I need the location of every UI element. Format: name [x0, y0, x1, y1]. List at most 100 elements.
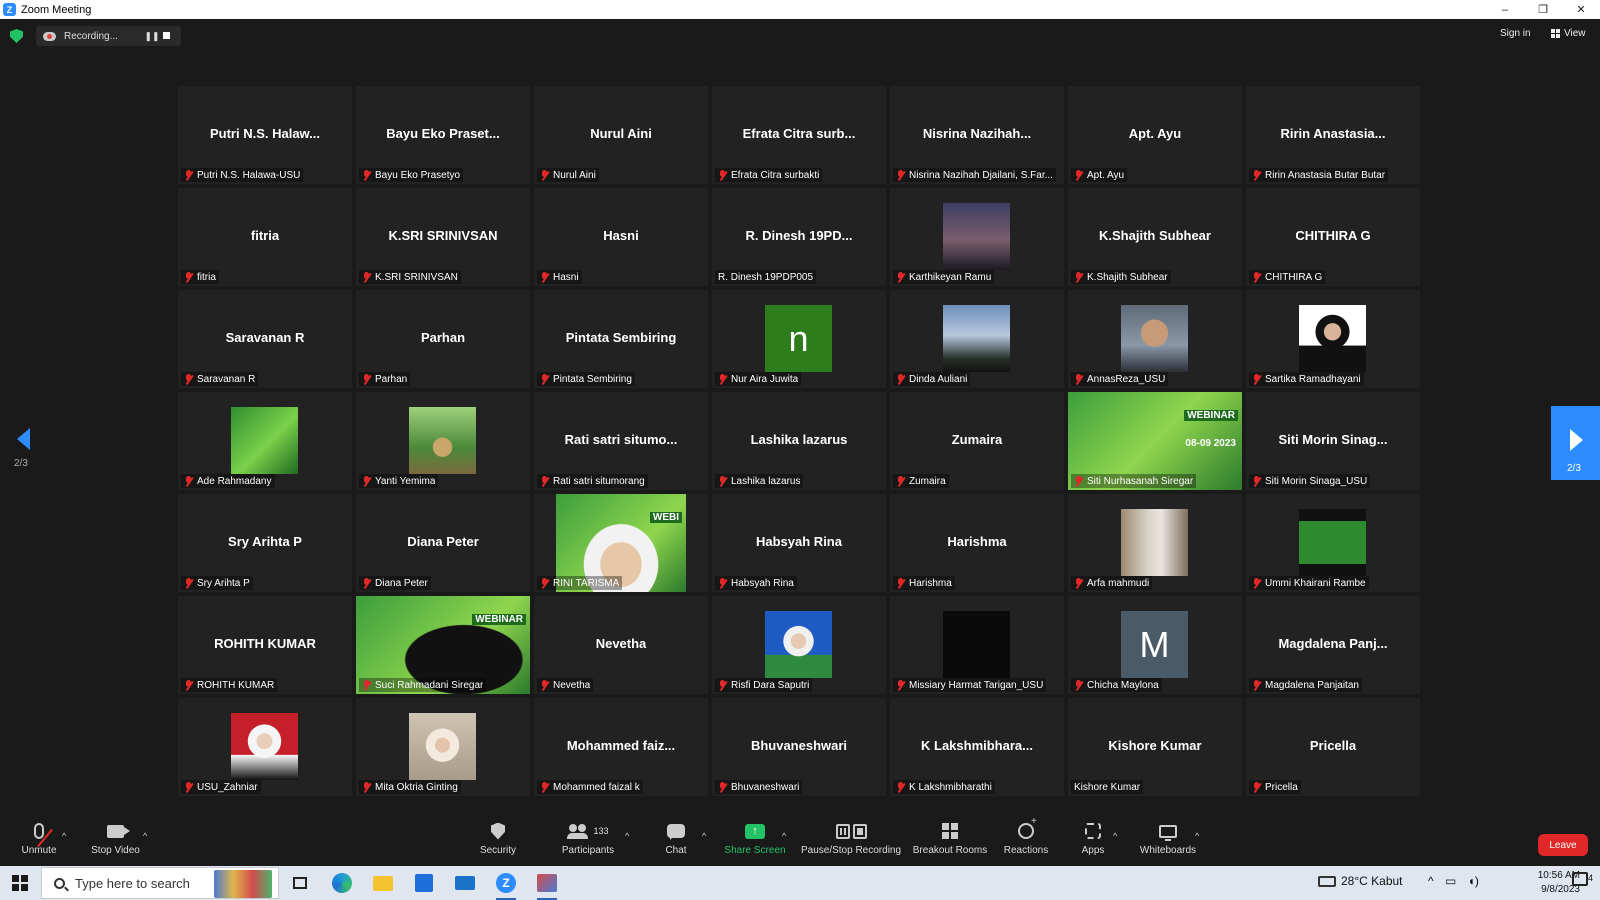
restore-button[interactable]: ❐: [1524, 0, 1562, 19]
participant-tile[interactable]: M Chicha Maylona: [1068, 596, 1242, 694]
participant-tile[interactable]: Bhuvaneshwari Bhuvaneshwari: [712, 698, 886, 796]
breakout-rooms-button[interactable]: Breakout Rooms: [913, 820, 987, 864]
apps-button[interactable]: Apps: [1080, 820, 1106, 864]
participant-tile[interactable]: Saravanan R Saravanan R: [178, 290, 352, 388]
participant-tile[interactable]: CHITHIRA G CHITHIRA G: [1246, 188, 1420, 286]
previous-page-button[interactable]: 2/3: [14, 428, 34, 478]
participant-tile[interactable]: Dinda Auliani: [890, 290, 1064, 388]
unmute-button[interactable]: Unmute: [19, 820, 59, 864]
participant-tile[interactable]: Arfa mahmudi: [1068, 494, 1242, 592]
participant-tile[interactable]: Nevetha Nevetha: [534, 596, 708, 694]
participant-tile[interactable]: Rati satri situmo... Rati satri situmoran…: [534, 392, 708, 490]
pause-stop-recording-button[interactable]: Pause/Stop Recording: [801, 820, 901, 864]
pause-recording-button[interactable]: ❚❚: [144, 26, 160, 46]
participants-button[interactable]: 133 Participants: [557, 820, 619, 864]
participant-tile[interactable]: K.Shajith Subhear K.Shajith Subhear: [1068, 188, 1242, 286]
whiteboards-button[interactable]: Whiteboards: [1139, 820, 1197, 864]
search-highlight-image: [214, 870, 272, 898]
participant-tile[interactable]: Ummi Khairani Rambe: [1246, 494, 1420, 592]
participant-tile[interactable]: Mita Oktria Ginting: [356, 698, 530, 796]
participant-tile[interactable]: Pricella Pricella: [1246, 698, 1420, 796]
apps-options-caret[interactable]: ^: [1113, 831, 1117, 841]
whiteboards-options-caret[interactable]: ^: [1195, 831, 1199, 841]
chevron-up-icon[interactable]: ^: [1428, 874, 1434, 888]
mail-icon[interactable]: [453, 871, 477, 895]
participant-tile[interactable]: Harishma Harishma: [890, 494, 1064, 592]
taskbar-search-input[interactable]: [75, 875, 215, 891]
participant-tile[interactable]: Efrata Citra surb... Efrata Citra surbakt…: [712, 86, 886, 184]
participant-tile[interactable]: Kishore Kumar Kishore Kumar: [1068, 698, 1242, 796]
notification-center-icon[interactable]: 4: [1572, 872, 1593, 889]
participant-tile[interactable]: K.SRI SRINIVSAN K.SRI SRINIVSAN: [356, 188, 530, 286]
audio-options-caret[interactable]: ^: [62, 831, 66, 841]
participant-name: Nurul Aini: [553, 169, 596, 181]
muted-mic-icon: [896, 169, 905, 181]
participant-tile[interactable]: Habsyah Rina Habsyah Rina: [712, 494, 886, 592]
participant-tile[interactable]: Risfi Dara Saputri: [712, 596, 886, 694]
participants-options-caret[interactable]: ^: [625, 831, 629, 841]
participant-tile[interactable]: Siti Morin Sinag... Siti Morin Sinaga_USU: [1246, 392, 1420, 490]
next-page-button[interactable]: 2/3: [1551, 406, 1600, 480]
participant-tile[interactable]: Lashika lazarus Lashika lazarus: [712, 392, 886, 490]
participant-tile[interactable]: WEBI RINI TARISMA: [534, 494, 708, 592]
participant-tile[interactable]: WEBINAR 08-09 2023 Siti Nurhasanah Siregar: [1068, 392, 1242, 490]
participant-tile[interactable]: Yanti Yemima: [356, 392, 530, 490]
taskbar-clock[interactable]: 10:56 AM 9/8/2023: [1516, 869, 1580, 897]
participant-tile[interactable]: Missiary Harmat Tarigan_USU: [890, 596, 1064, 694]
participant-tile[interactable]: n Nur Aira Juwita: [712, 290, 886, 388]
participant-tile[interactable]: ROHITH KUMAR ROHITH KUMAR: [178, 596, 352, 694]
participant-tile[interactable]: Ade Rahmadany: [178, 392, 352, 490]
minimize-button[interactable]: –: [1486, 0, 1524, 19]
encryption-shield-icon[interactable]: [10, 29, 23, 43]
file-explorer-icon[interactable]: [371, 871, 395, 895]
participant-profile-photo: [1299, 509, 1366, 576]
participant-tile[interactable]: Nisrina Nazihah... Nisrina Nazihah Djaila…: [890, 86, 1064, 184]
view-button[interactable]: View: [1551, 28, 1586, 39]
participant-tile[interactable]: Nurul Aini Nurul Aini: [534, 86, 708, 184]
sign-in-link[interactable]: Sign in: [1500, 28, 1531, 39]
taskbar-search-box[interactable]: [41, 867, 279, 899]
participant-tile[interactable]: Putri N.S. Halaw... Putri N.S. Halawa-USU: [178, 86, 352, 184]
leave-button[interactable]: Leave: [1538, 834, 1588, 856]
stop-recording-button[interactable]: [163, 32, 170, 39]
participant-tile[interactable]: R. Dinesh 19PD... R. Dinesh 19PDP005: [712, 188, 886, 286]
close-button[interactable]: ✕: [1562, 0, 1600, 19]
participant-tile[interactable]: Sry Arihta P Sry Arihta P: [178, 494, 352, 592]
stop-video-button[interactable]: Stop Video: [88, 820, 143, 864]
chat-button[interactable]: Chat: [664, 820, 688, 864]
participant-tile[interactable]: WEBINAR Suci Rahmadani Siregar: [356, 596, 530, 694]
security-button[interactable]: Security: [478, 820, 518, 864]
network-icon[interactable]: ▭: [1445, 874, 1456, 888]
participant-tile[interactable]: Parhan Parhan: [356, 290, 530, 388]
participant-tile[interactable]: Mohammed faiz... Mohammed faizal k: [534, 698, 708, 796]
photos-app-icon[interactable]: [535, 871, 559, 900]
participant-tile[interactable]: Apt. Ayu Apt. Ayu: [1068, 86, 1242, 184]
microsoft-store-icon[interactable]: [412, 871, 436, 895]
meeting-toolbar: Unmute ^ Stop Video ^ Security 133 Parti…: [0, 816, 1600, 866]
windows-start-icon[interactable]: [12, 875, 28, 891]
participant-tile[interactable]: Bayu Eko Praset... Bayu Eko Prasetyo: [356, 86, 530, 184]
share-screen-button[interactable]: ↑ Share Screen: [724, 820, 786, 864]
reactions-button[interactable]: Reactions: [1004, 816, 1048, 864]
participant-tile[interactable]: K Lakshmibhara... K Lakshmibharathi: [890, 698, 1064, 796]
participant-tile[interactable]: AnnasReza_USU: [1068, 290, 1242, 388]
edge-browser-icon[interactable]: [330, 871, 354, 895]
participant-tile[interactable]: Ririn Anastasia... Ririn Anastasia Butar …: [1246, 86, 1420, 184]
participant-tile[interactable]: Hasni Hasni: [534, 188, 708, 286]
participant-tile[interactable]: USU_Zahniar: [178, 698, 352, 796]
participant-tile[interactable]: fitria fitria: [178, 188, 352, 286]
video-options-caret[interactable]: ^: [143, 831, 147, 841]
participant-tile[interactable]: Sartika Ramadhayani: [1246, 290, 1420, 388]
volume-icon[interactable]: ◖): [1468, 874, 1479, 888]
participant-tile[interactable]: Pintata Sembiring Pintata Sembiring: [534, 290, 708, 388]
zoom-taskbar-icon[interactable]: Z: [494, 871, 518, 900]
chat-options-caret[interactable]: ^: [702, 831, 706, 841]
system-tray[interactable]: ^ ▭ ◖): [1428, 874, 1479, 888]
participant-tile[interactable]: Zumaira Zumaira: [890, 392, 1064, 490]
participant-tile[interactable]: Karthikeyan Ramu: [890, 188, 1064, 286]
share-options-caret[interactable]: ^: [782, 831, 786, 841]
participant-tile[interactable]: Diana Peter Diana Peter: [356, 494, 530, 592]
participant-tile[interactable]: Magdalena Panj... Magdalena Panjaitan: [1246, 596, 1420, 694]
weather-widget[interactable]: 28°C Kabut: [1318, 874, 1403, 888]
task-view-icon[interactable]: [288, 871, 312, 895]
